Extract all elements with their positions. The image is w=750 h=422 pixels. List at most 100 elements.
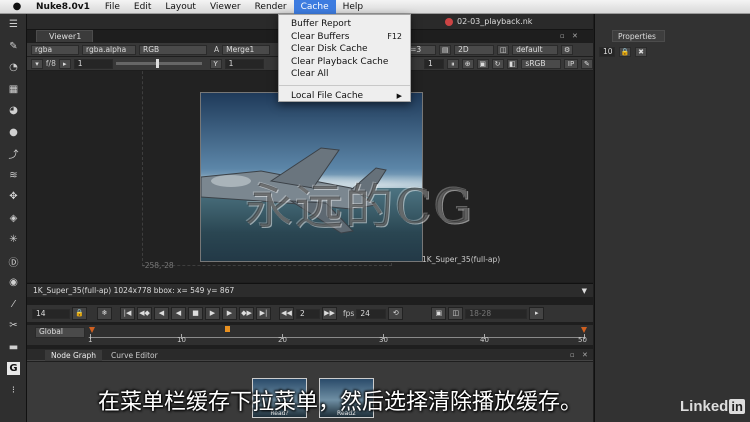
gain-slider[interactable] — [116, 59, 202, 68]
playhead[interactable] — [225, 326, 230, 332]
prev-frame-button[interactable]: ◀ — [154, 307, 169, 320]
mask-icon[interactable]: ◧ — [506, 58, 519, 69]
loop-icon[interactable]: ⟲ — [388, 307, 404, 320]
step-back-button[interactable]: ◀◀ — [279, 307, 294, 320]
menu-item-local-file-cache[interactable]: Local File Cache ▶ — [279, 90, 410, 103]
max-panels-field[interactable]: 10 — [599, 47, 615, 57]
menu-help[interactable]: Help — [336, 0, 371, 14]
gain-step-icon[interactable]: ▸ — [58, 58, 71, 69]
lut-dropdown[interactable]: default — [512, 44, 559, 55]
pane-close-icon[interactable]: ✕ — [582, 351, 588, 359]
menu-edit[interactable]: Edit — [127, 0, 158, 14]
stack-icon[interactable]: ▬ — [0, 337, 27, 359]
playback-mode-icon[interactable]: ▣ — [431, 307, 447, 320]
fstop-dropdown-icon[interactable]: ▾ — [31, 58, 43, 69]
timeline[interactable]: Global 1 10 20 30 40 50 — [27, 325, 593, 345]
colorspace-dropdown[interactable]: sRGB — [521, 58, 562, 69]
gamma-field[interactable]: 1 — [224, 58, 265, 69]
tab-viewer1[interactable]: Viewer1 — [36, 30, 93, 42]
circle-icon[interactable]: ● — [0, 122, 27, 144]
menu-viewer[interactable]: Viewer — [203, 0, 248, 14]
layers-icon[interactable]: ≋ — [0, 165, 27, 187]
pencil-icon[interactable]: ✎ — [581, 58, 593, 69]
prev-keyframe-button[interactable]: ◀◆ — [137, 307, 152, 320]
display-mode-dropdown[interactable]: RGB — [139, 44, 207, 55]
curve-icon[interactable]: ⤴ — [0, 143, 27, 165]
pause-icon[interactable]: ⏸ — [446, 58, 459, 69]
viewer-settings-icon[interactable]: ⚙ — [561, 44, 574, 55]
stop-button[interactable]: ■ — [188, 307, 203, 320]
app-name-menu[interactable]: Nuke8.0v1 — [36, 2, 90, 12]
proxy-dropdown[interactable]: 2D — [454, 44, 495, 55]
info-dropdown-icon[interactable]: ▼ — [582, 284, 587, 298]
pane-close-icon[interactable]: ✕ — [572, 32, 578, 40]
transform-icon[interactable]: ✥ — [0, 186, 27, 208]
zoom-icon[interactable]: ⊕ — [461, 58, 474, 69]
grid-icon[interactable]: ▦ — [0, 79, 27, 101]
layer-dropdown[interactable]: rgba.alpha — [82, 44, 136, 55]
submenu-arrow-icon: ▶ — [396, 91, 402, 100]
range-toggle-icon[interactable]: ◫ — [448, 307, 464, 320]
viewer-canvas[interactable]: 永远的CG -258,-28 1K_Super_35(full-ap) — [27, 71, 593, 282]
menu-file[interactable]: File — [98, 0, 127, 14]
menu-cache[interactable]: Cache — [293, 0, 336, 14]
range-lock-icon[interactable]: ▸ — [529, 307, 545, 320]
lock-panel-icon[interactable]: 🔒 — [619, 47, 631, 57]
cube-icon[interactable]: ◈ — [0, 208, 27, 230]
timeline-tick-label: 1 — [88, 336, 93, 344]
gain-field[interactable]: 1 — [73, 58, 114, 69]
channels-dropdown[interactable]: rgba — [31, 44, 79, 55]
menu-item-buffer-report[interactable]: Buffer Report — [279, 18, 410, 31]
particles-icon[interactable]: ✳ — [0, 229, 27, 251]
play-forward-button[interactable]: ▶ — [205, 307, 220, 320]
gizmo-icon[interactable]: G — [0, 358, 27, 380]
first-frame-button[interactable]: |◀ — [120, 307, 135, 320]
clock-icon[interactable]: ◔ — [0, 57, 27, 79]
apple-icon[interactable]: ● — [10, 1, 24, 12]
list-icon[interactable]: ☰ — [0, 14, 27, 36]
menu-item-clear-disk-cache[interactable]: Clear Disk Cache — [279, 43, 410, 56]
last-frame-button[interactable]: ▶| — [256, 307, 271, 320]
pane-float-icon[interactable]: ▫ — [560, 32, 565, 40]
menu-layout[interactable]: Layout — [158, 0, 203, 14]
timeline-tick-label: 30 — [379, 336, 388, 344]
lock-icon[interactable]: 🔒 — [72, 307, 87, 320]
menu-item-clear-all[interactable]: Clear All — [279, 68, 410, 81]
next-frame-button[interactable]: ▶ — [222, 307, 237, 320]
step-forward-button[interactable]: ▶▶ — [322, 307, 337, 320]
wand-icon[interactable]: ⁄ — [0, 294, 27, 316]
frame-range-field[interactable]: 18-28 — [465, 308, 528, 319]
refresh-icon[interactable]: ↻ — [491, 58, 504, 69]
input-process-toggle[interactable]: IP — [564, 58, 579, 69]
menu-render[interactable]: Render — [248, 0, 294, 14]
tab-curve-editor[interactable]: Curve Editor — [105, 350, 164, 361]
clear-panels-icon[interactable]: ✖ — [635, 47, 647, 57]
menu-item-clear-buffers[interactable]: Clear Buffers F12 — [279, 31, 410, 44]
pane-float-icon[interactable]: ▫ — [570, 351, 575, 359]
color-wheel-icon[interactable]: ◕ — [0, 100, 27, 122]
tools-icon[interactable]: ✂ — [0, 315, 27, 337]
gain-slider-handle[interactable] — [156, 59, 160, 68]
tab-node-graph[interactable]: Node Graph — [45, 350, 102, 361]
timeline-track[interactable] — [90, 337, 585, 338]
eye-icon[interactable]: ◉ — [0, 272, 27, 294]
in-point-marker[interactable] — [89, 327, 95, 333]
frame-increment-field[interactable]: 2 — [296, 308, 320, 319]
fps-field[interactable]: 24 — [356, 308, 387, 319]
next-keyframe-button[interactable]: ◆▶ — [239, 307, 254, 320]
close-window-icon[interactable] — [445, 17, 453, 26]
deep-icon[interactable]: Ⓓ — [0, 251, 27, 273]
a-input-dropdown[interactable]: Merge1 — [222, 44, 271, 55]
range-mode-dropdown[interactable]: Global — [35, 327, 85, 338]
viewer-sync-icon[interactable]: ▤ — [439, 44, 452, 55]
cache-snowflake-icon[interactable]: ❄ — [97, 307, 112, 320]
paint-brush-icon[interactable]: ✎ — [0, 36, 27, 58]
menu-item-clear-playback-cache[interactable]: Clear Playback Cache — [279, 56, 410, 69]
tab-properties[interactable]: Properties — [612, 30, 665, 42]
roi-icon[interactable]: ◫ — [497, 44, 510, 55]
play-backward-button[interactable]: ◀ — [171, 307, 186, 320]
region-icon[interactable]: ▣ — [476, 58, 489, 69]
out-point-marker[interactable] — [581, 327, 587, 333]
frame-field[interactable]: 1 — [423, 58, 444, 69]
current-frame-field[interactable]: 14 — [32, 308, 70, 319]
